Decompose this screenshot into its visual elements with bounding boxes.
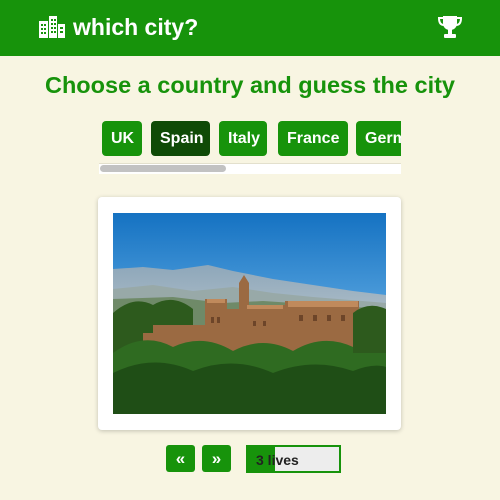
trophy-icon[interactable] bbox=[437, 14, 463, 40]
app-title: which city? bbox=[73, 14, 199, 40]
page-heading: Choose a country and guess the city bbox=[44, 72, 456, 98]
lives-meter: 3 lives bbox=[246, 445, 341, 473]
country-button-spain[interactable]: Spain bbox=[151, 121, 210, 156]
city-buildings-icon bbox=[39, 16, 65, 38]
previous-button[interactable]: « bbox=[166, 445, 195, 472]
lives-label: 3 lives bbox=[256, 452, 299, 468]
app-header: which city? bbox=[0, 0, 500, 56]
country-button-uk[interactable]: UK bbox=[102, 121, 142, 156]
country-button-germany[interactable]: Germany bbox=[356, 121, 401, 156]
country-button-france[interactable]: France bbox=[278, 121, 348, 156]
next-button[interactable]: » bbox=[202, 445, 231, 472]
country-selector: UK Spain Italy France Germany bbox=[99, 120, 401, 160]
scrollbar-thumb[interactable] bbox=[100, 165, 226, 172]
city-photo bbox=[113, 213, 386, 414]
city-photo-card bbox=[98, 197, 401, 430]
country-button-italy[interactable]: Italy bbox=[219, 121, 267, 156]
